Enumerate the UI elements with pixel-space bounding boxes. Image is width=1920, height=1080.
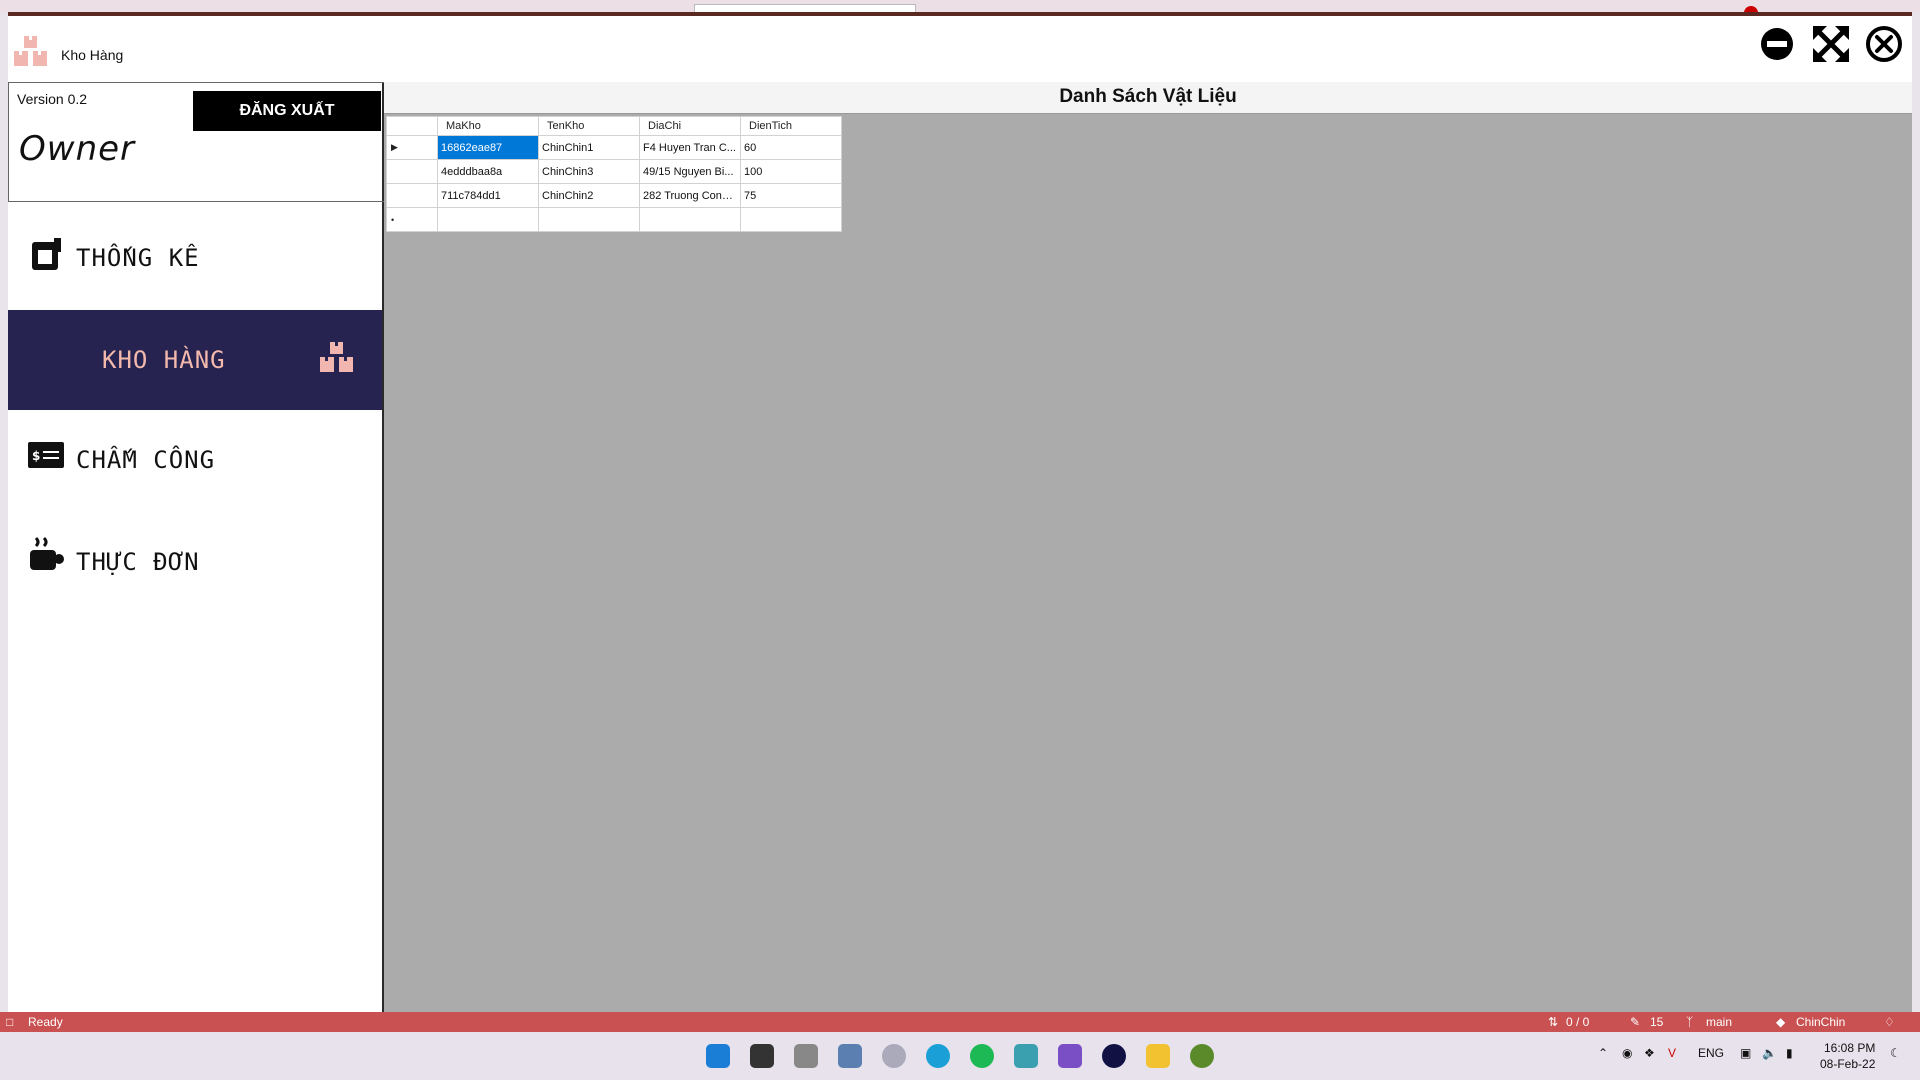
table-row[interactable]: 711c784dd1 ChinChin2 282 Truong Cong... …	[386, 183, 842, 208]
repo-icon: ◆	[1776, 1015, 1786, 1029]
sidebar-item-thuc-don[interactable]: THỰC ĐƠN	[8, 512, 382, 612]
start-icon[interactable]	[706, 1044, 730, 1068]
boxes-icon	[320, 342, 353, 372]
clock[interactable]: 16:08 PM 08-Feb-22	[1820, 1040, 1875, 1072]
spotify-icon[interactable]	[970, 1044, 994, 1068]
table-cell[interactable]: 75	[740, 183, 842, 208]
column-header[interactable]: DiaChi	[639, 116, 741, 136]
dollar-card-icon: $	[28, 442, 64, 468]
app-icon[interactable]	[1014, 1044, 1038, 1068]
title-bar: Kho Hàng	[8, 16, 1912, 82]
background-strip	[0, 0, 1920, 20]
user-role: Owner	[19, 129, 136, 169]
main-content: Danh Sách Vật Liệu MaKho TenKho DiaChi D…	[384, 82, 1912, 1012]
svg-text:$: $	[32, 449, 40, 463]
tray-chevron-icon[interactable]: ⌃	[1598, 1046, 1608, 1060]
sidebar-item-label: KHO HÀNG	[102, 346, 226, 374]
table-cell[interactable]: 16862eae87	[437, 135, 539, 160]
focus-moon-icon[interactable]: ☾	[1890, 1046, 1901, 1060]
table-cell[interactable]: 100	[740, 159, 842, 184]
network-icon[interactable]: ▣	[1740, 1046, 1751, 1060]
new-row[interactable]: •	[386, 207, 842, 232]
maximize-icon[interactable]	[1811, 24, 1851, 64]
user-panel: Version 0.2 ĐĂNG XUẤT Owner	[8, 82, 384, 202]
sidebar: Version 0.2 ĐĂNG XUẤT Owner THỐNG KÊ KHO…	[8, 82, 384, 1012]
repo-name[interactable]: ChinChin	[1796, 1015, 1845, 1029]
pencil-icon: ✎	[1630, 1015, 1641, 1029]
table-cell[interactable]: F4 Huyen Tran C...	[639, 135, 741, 160]
column-header[interactable]: TenKho	[538, 116, 640, 136]
close-icon[interactable]	[1864, 24, 1904, 64]
status-bar: □ Ready ⇅ 0 / 0 ✎ 15 ᛉ main ◆ ChinChin ♢	[0, 1012, 1920, 1032]
sort-arrows-icon: ⇅	[1548, 1015, 1559, 1029]
branch-icon: ᛉ	[1686, 1015, 1694, 1029]
pencil-count[interactable]: 15	[1650, 1015, 1663, 1029]
status-frame-icon: □	[6, 1015, 14, 1029]
column-header[interactable]: MaKho	[437, 116, 539, 136]
sidebar-item-label: THỰC ĐƠN	[76, 548, 200, 576]
new-row-marker-icon[interactable]: •	[386, 207, 438, 232]
table-cell[interactable]: 60	[740, 135, 842, 160]
table-cell[interactable]	[437, 207, 539, 232]
data-grid[interactable]: MaKho TenKho DiaChi DienTich ▶ 16862eae8…	[386, 116, 842, 232]
current-row-marker-icon[interactable]: ▶	[386, 135, 438, 160]
notification-bell-icon[interactable]: ♢	[1884, 1015, 1895, 1029]
boxes-icon	[14, 36, 47, 66]
app-icon[interactable]	[882, 1044, 906, 1068]
table-row[interactable]: ▶ 16862eae87 ChinChin1 F4 Huyen Tran C..…	[386, 135, 842, 160]
tray-app-icon[interactable]: V	[1668, 1046, 1676, 1060]
chart-box-icon	[32, 238, 61, 270]
app-icon[interactable]	[1102, 1044, 1126, 1068]
dropbox-icon[interactable]: ❖	[1644, 1046, 1655, 1060]
sidebar-item-label: CHẤM CÔNG	[76, 446, 216, 474]
tray-app-icon[interactable]: ◉	[1622, 1046, 1632, 1060]
status-text: Ready	[28, 1015, 63, 1029]
coffee-cup-icon	[30, 536, 64, 570]
table-cell[interactable]: ChinChin3	[538, 159, 640, 184]
content-header: Danh Sách Vật Liệu	[384, 82, 1912, 114]
minimize-icon[interactable]	[1757, 24, 1797, 64]
table-cell[interactable]: 711c784dd1	[437, 183, 539, 208]
page-title: Danh Sách Vật Liệu	[1059, 86, 1237, 107]
visual-studio-icon[interactable]	[1058, 1044, 1082, 1068]
row-header[interactable]	[386, 159, 438, 184]
volume-icon[interactable]: 🔈	[1762, 1046, 1777, 1060]
sidebar-item-thong-ke[interactable]: THỐNG KÊ	[8, 208, 382, 308]
app-icon[interactable]	[838, 1044, 862, 1068]
app-window: Kho Hàng Version 0.2 ĐĂNG XUẤT Owner THỐ…	[8, 12, 1912, 1032]
sidebar-item-kho-hang[interactable]: KHO HÀNG	[8, 310, 382, 410]
logout-button[interactable]: ĐĂNG XUẤT	[193, 91, 381, 131]
clock-time: 16:08 PM	[1824, 1041, 1876, 1055]
table-cell[interactable]	[740, 207, 842, 232]
row-header-corner	[386, 116, 438, 136]
table-cell[interactable]	[538, 207, 640, 232]
clock-date: 08-Feb-22	[1820, 1057, 1876, 1071]
changes-count[interactable]: 0 / 0	[1566, 1015, 1589, 1029]
branch-name[interactable]: main	[1706, 1015, 1732, 1029]
app-icon[interactable]	[1190, 1044, 1214, 1068]
table-cell[interactable]: ChinChin2	[538, 183, 640, 208]
column-header[interactable]: DienTich	[740, 116, 842, 136]
edge-icon[interactable]	[926, 1044, 950, 1068]
taskbar: ⌃ ◉ ❖ V ENG ▣ 🔈 ▮ 16:08 PM 08-Feb-22 ☾	[0, 1032, 1920, 1080]
task-view-icon[interactable]	[750, 1044, 774, 1068]
language-indicator[interactable]: ENG	[1698, 1046, 1724, 1060]
table-row[interactable]: 4edddbaa8a ChinChin3 49/15 Nguyen Bi... …	[386, 159, 842, 184]
table-cell[interactable]	[639, 207, 741, 232]
row-header[interactable]	[386, 183, 438, 208]
table-cell[interactable]: 49/15 Nguyen Bi...	[639, 159, 741, 184]
table-cell[interactable]: 4edddbaa8a	[437, 159, 539, 184]
sidebar-item-label: THỐNG KÊ	[76, 244, 200, 272]
table-cell[interactable]: 282 Truong Cong...	[639, 183, 741, 208]
sidebar-item-cham-cong[interactable]: $ CHẤM CÔNG	[8, 410, 382, 510]
file-explorer-icon[interactable]	[1146, 1044, 1170, 1068]
battery-icon[interactable]: ▮	[1786, 1046, 1793, 1060]
table-cell[interactable]: ChinChin1	[538, 135, 640, 160]
app-icon[interactable]	[794, 1044, 818, 1068]
version-label: Version 0.2	[17, 91, 88, 107]
window-title: Kho Hàng	[61, 47, 124, 63]
